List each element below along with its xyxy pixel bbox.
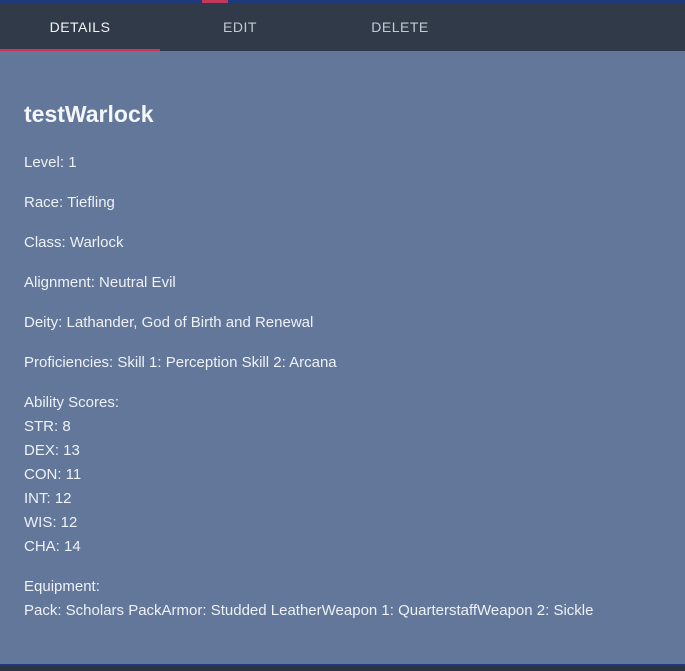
equipment-list: Pack: Scholars PackArmor: Studded Leathe… — [24, 602, 594, 619]
proficiencies-field: Proficiencies: Skill 1: Perception Skill… — [24, 354, 337, 371]
ability-scores-header: Ability Scores: — [24, 394, 120, 411]
deity-field: Deity: Lathander, God of Birth and Renew… — [24, 314, 314, 331]
ability-wis: WIS: 12 — [24, 514, 78, 531]
tab-details[interactable]: DETAILS — [0, 3, 160, 51]
ability-int: INT: 12 — [24, 490, 72, 507]
ability-str: STR: 8 — [24, 418, 71, 435]
tab-bar: DETAILS EDIT DELETE — [0, 3, 685, 51]
tab-delete[interactable]: DELETE — [320, 3, 480, 51]
ability-dex: DEX: 13 — [24, 442, 80, 459]
character-name: testWarlock — [24, 101, 154, 127]
ability-con: CON: 11 — [24, 466, 82, 483]
ability-scores-block: Ability Scores: STR: 8 DEX: 13 CON: 11 I… — [24, 391, 664, 559]
level-field: Level: 1 — [24, 154, 77, 171]
tab-edit[interactable]: EDIT — [160, 3, 320, 51]
class-field: Class: Warlock — [24, 234, 124, 251]
bottom-border — [0, 664, 685, 671]
character-details: testWarlock Level: 1 Race: Tiefling Clas… — [24, 99, 664, 623]
equipment-block: Equipment: Pack: Scholars PackArmor: Stu… — [24, 575, 664, 623]
race-field: Race: Tiefling — [24, 194, 115, 211]
alignment-field: Alignment: Neutral Evil — [24, 274, 176, 291]
equipment-header: Equipment: — [24, 578, 100, 595]
ability-cha: CHA: 14 — [24, 538, 81, 555]
